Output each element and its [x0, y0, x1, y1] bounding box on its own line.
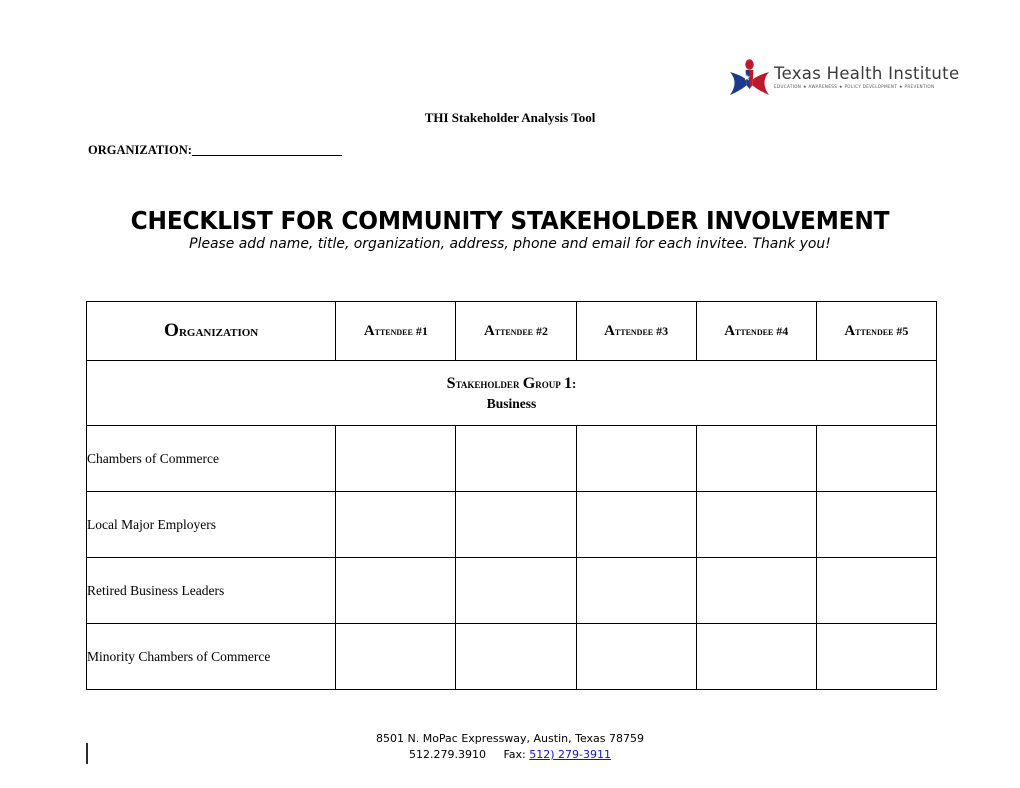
table-header-row: Organization Attendee #1 Attendee #2 Att…: [85, 301, 938, 361]
column-header-attendee-2: Attendee #2: [455, 301, 577, 361]
cell-minority-chambers-of-commerce-attendee-2[interactable]: [455, 623, 577, 690]
cell-minority-chambers-of-commerce-attendee-5[interactable]: [815, 623, 938, 690]
row-label-chambers-of-commerce: Chambers of Commerce: [85, 425, 337, 492]
table-row: Chambers of Commerce: [85, 425, 938, 492]
logo-wordmark: Texas Health Institute: [774, 64, 960, 83]
cell-chambers-of-commerce-attendee-2[interactable]: [455, 425, 577, 492]
organization-label: ORGANIZATION:: [88, 143, 192, 157]
stakeholder-checklist-table: Organization Attendee #1 Attendee #2 Att…: [85, 301, 938, 690]
column-header-attendee-2-label: Attendee #2: [484, 322, 548, 339]
column-header-organization-label: Organization: [164, 320, 259, 341]
stakeholder-group-header-row: Stakeholder Group 1: Business: [86, 360, 937, 426]
column-header-organization: Organization: [85, 301, 337, 361]
cell-minority-chambers-of-commerce-attendee-1[interactable]: [335, 623, 457, 690]
organization-input-blank[interactable]: [192, 143, 342, 157]
table-row: Local Major Employers: [85, 491, 938, 558]
organization-field: ORGANIZATION:: [88, 143, 342, 158]
footer-fax-link[interactable]: 512) 279-3911: [529, 748, 611, 761]
cell-retired-business-leaders-attendee-4[interactable]: [695, 557, 817, 624]
stakeholder-group-name: Business: [486, 395, 537, 411]
cell-retired-business-leaders-attendee-1[interactable]: [335, 557, 457, 624]
cell-chambers-of-commerce-attendee-5[interactable]: [815, 425, 938, 492]
cell-local-major-employers-attendee-1[interactable]: [335, 491, 457, 558]
column-header-attendee-1-label: Attendee #1: [363, 322, 428, 339]
logo-tagline: EDUCATION ★ AWARENESS ★ POLICY DEVELOPME…: [774, 84, 935, 90]
footer-phone: 512.279.3910: [409, 747, 486, 761]
cell-local-major-employers-attendee-3[interactable]: [575, 491, 697, 558]
cell-retired-business-leaders-attendee-2[interactable]: [455, 557, 577, 624]
column-header-attendee-3: Attendee #3: [575, 301, 697, 361]
column-header-attendee-3-label: Attendee #3: [604, 322, 669, 339]
footer-contact-row: 512.279.3910 Fax: 512) 279-3911: [0, 747, 1020, 763]
stakeholder-group-header-cell: Stakeholder Group 1: Business: [86, 360, 937, 426]
footer-spacer: [486, 748, 503, 761]
column-header-attendee-4: Attendee #4: [695, 301, 817, 361]
row-label-local-major-employers: Local Major Employers: [85, 491, 337, 558]
page-subtitle: Please add name, title, organization, ad…: [189, 236, 831, 252]
cell-local-major-employers-attendee-5[interactable]: [815, 491, 938, 558]
cell-local-major-employers-attendee-2[interactable]: [455, 491, 577, 558]
document-footer: 8501 N. MoPac Expressway, Austin, Texas …: [0, 731, 1020, 763]
cell-chambers-of-commerce-attendee-4[interactable]: [695, 425, 817, 492]
cell-chambers-of-commerce-attendee-3[interactable]: [575, 425, 697, 492]
footer-address: 8501 N. MoPac Expressway, Austin, Texas …: [375, 732, 644, 745]
cell-local-major-employers-attendee-4[interactable]: [695, 491, 817, 558]
cell-retired-business-leaders-attendee-3[interactable]: [575, 557, 697, 624]
column-header-attendee-5-label: Attendee #5: [844, 322, 909, 339]
table-row: Minority Chambers of Commerce: [85, 623, 938, 690]
cell-minority-chambers-of-commerce-attendee-3[interactable]: [575, 623, 697, 690]
cell-chambers-of-commerce-attendee-1[interactable]: [335, 425, 457, 492]
texas-health-institute-logo-icon: [728, 58, 772, 102]
column-header-attendee-5: Attendee #5: [815, 301, 938, 361]
cell-retired-business-leaders-attendee-5[interactable]: [815, 557, 938, 624]
brand-logo: Texas Health Institute EDUCATION ★ AWARE…: [728, 58, 959, 106]
column-header-attendee-4-label: Attendee #4: [724, 322, 789, 339]
row-label-minority-chambers-of-commerce: Minority Chambers of Commerce: [85, 623, 337, 690]
table-row: Retired Business Leaders: [85, 557, 938, 624]
row-label-retired-business-leaders: Retired Business Leaders: [85, 557, 337, 624]
document-header-title: THI Stakeholder Analysis Tool: [424, 110, 596, 125]
page-title: CHECKLIST FOR COMMUNITY STAKEHOLDER INVO…: [130, 206, 890, 235]
column-header-attendee-1: Attendee #1: [335, 301, 457, 361]
stakeholder-group-title: Stakeholder Group 1:: [446, 375, 577, 392]
footer-fax-label: Fax:: [503, 747, 526, 761]
cell-minority-chambers-of-commerce-attendee-4[interactable]: [695, 623, 817, 690]
